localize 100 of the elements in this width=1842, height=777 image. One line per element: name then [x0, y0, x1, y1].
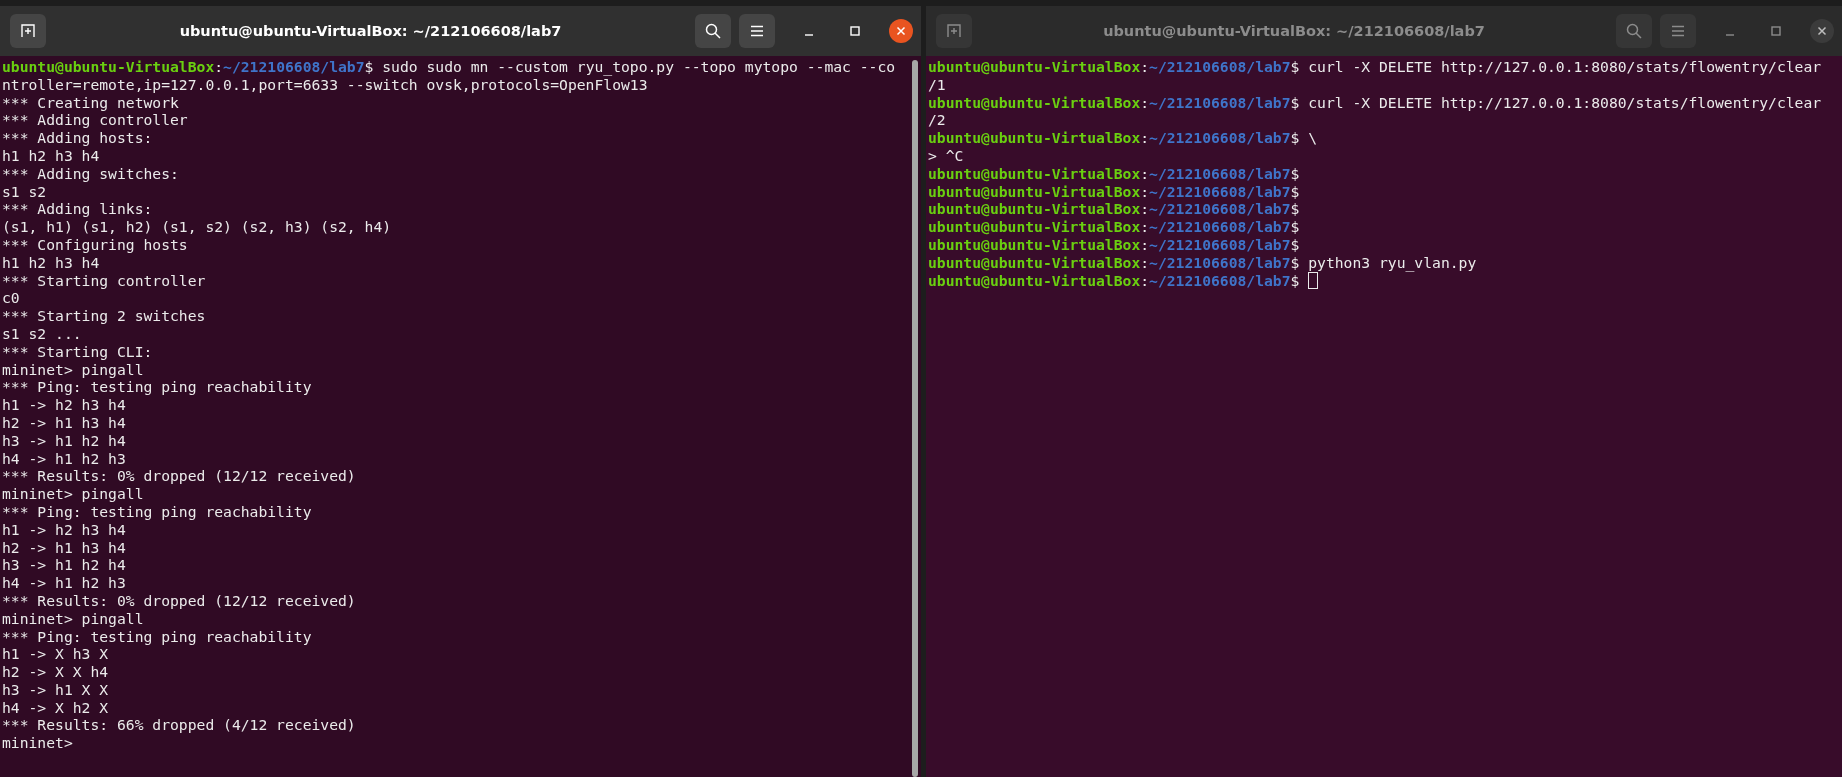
terminal-text: $ curl -X DELETE http://127.0.0.1:8080/stats/flowentry/clear	[1290, 58, 1822, 75]
terminal-text: ~/212106608/lab7	[223, 58, 365, 75]
terminal-text: h3 -> h1 h2 h4	[2, 556, 126, 574]
close-button[interactable]	[1810, 19, 1834, 43]
terminal-text: mininet> pingall	[2, 609, 144, 627]
new-tab-button[interactable]	[10, 14, 46, 48]
terminal-text: ubuntu@ubuntu-VirtualBox	[928, 93, 1141, 111]
terminal-text: :	[1140, 218, 1150, 236]
terminal-text: ubuntu@ubuntu-VirtualBox	[928, 218, 1141, 236]
terminal-text: *** Results: 66% dropped (4/12 received)	[2, 716, 356, 734]
terminal-text: h1 -> h2 h3 h4	[2, 520, 126, 538]
close-icon	[896, 26, 906, 36]
terminal-text: ~/212106608/lab7	[1149, 235, 1291, 253]
terminal-text: $ curl -X DELETE http://127.0.0.1:8080/stats/flowentry/clear	[1290, 93, 1822, 111]
terminal-text: ~/212106608/lab7	[1149, 58, 1291, 75]
terminal-text: ~/212106608/lab7	[1149, 218, 1291, 236]
terminal-text: h2 -> X X h4	[2, 663, 109, 681]
menu-icon	[750, 25, 764, 37]
terminal-text: mininet> pingall	[2, 360, 144, 378]
terminal-text: ubuntu@ubuntu-VirtualBox	[928, 235, 1141, 253]
minimize-icon	[805, 34, 813, 36]
terminal-text: ubuntu@ubuntu-VirtualBox	[928, 164, 1141, 182]
close-button[interactable]	[889, 19, 913, 43]
terminal-text: h4 -> X h2 X	[2, 698, 109, 716]
terminal-text: :	[1140, 93, 1150, 111]
terminal-text: > ^C	[928, 147, 964, 164]
terminal-text: *** Adding links:	[2, 200, 153, 218]
terminal-text: ubuntu@ubuntu-VirtualBox	[928, 129, 1141, 147]
terminal-text: *** Ping: testing ping reachability	[2, 627, 312, 645]
terminal-text: h4 -> h1 h2 h3	[2, 449, 126, 467]
terminal-text: *** Ping: testing ping reachability	[2, 378, 312, 396]
terminal-text: s1 s2 ...	[2, 324, 82, 342]
terminal-text: $	[1290, 200, 1300, 218]
terminal-text: h2 -> h1 h3 h4	[2, 538, 126, 556]
search-button[interactable]	[695, 14, 731, 48]
terminal-text: (s1, h1) (s1, h2) (s1, s2) (s2, h3) (s2, h4)	[2, 218, 392, 236]
terminal-text: ~/212106608/lab7	[1149, 164, 1291, 182]
terminal-text: ~/212106608/lab7	[1149, 253, 1291, 271]
new-tab-icon	[20, 23, 36, 39]
terminal-text: h1 -> h2 h3 h4	[2, 396, 126, 414]
menu-button[interactable]	[739, 14, 775, 48]
terminal-text: /1	[928, 75, 946, 93]
terminal-text: ntroller=remote,ip=127.0.0.1,port=6633 --switch ovsk,protocols=OpenFlow13	[2, 75, 648, 93]
terminal-text: ~/212106608/lab7	[1149, 271, 1291, 289]
terminal-text: ~/212106608/lab7	[1149, 182, 1291, 200]
terminal-text: :	[1140, 200, 1150, 218]
search-icon	[705, 23, 721, 39]
terminal-text: :	[1140, 129, 1150, 147]
window-title: ubuntu@ubuntu-VirtualBox: ~/212106608/lab7	[178, 23, 563, 39]
terminal-text: *** Results: 0% dropped (12/12 received)	[2, 467, 356, 485]
terminal-text: ~/212106608/lab7	[1149, 93, 1291, 111]
maximize-icon	[850, 26, 860, 36]
terminal-text: $ python3 ryu_vlan.py	[1290, 253, 1477, 271]
terminal-text: $ \	[1290, 129, 1318, 147]
scrollbar[interactable]	[912, 60, 918, 777]
menu-icon	[1671, 25, 1685, 37]
terminal-text: $	[1290, 218, 1300, 236]
terminal-text: h2 -> h1 h3 h4	[2, 413, 126, 431]
maximize-icon	[1771, 26, 1781, 36]
terminal-text: *** Ping: testing ping reachability	[2, 502, 312, 520]
terminal-text: $	[1290, 182, 1300, 200]
terminal-text: ubuntu@ubuntu-VirtualBox	[928, 253, 1141, 271]
terminal-text: /2	[928, 111, 946, 129]
terminal-text: $	[1290, 164, 1300, 182]
minimize-icon	[1726, 34, 1734, 36]
terminal-text: :	[1140, 253, 1150, 271]
terminal-text: h4 -> h1 h2 h3	[2, 574, 126, 592]
terminal-text: ubuntu@ubuntu-VirtualBox	[928, 271, 1141, 289]
terminal-text: *** Starting CLI:	[2, 342, 153, 360]
terminal-text: mininet>	[2, 734, 73, 752]
terminal-text: :	[1140, 182, 1150, 200]
terminal-text: :	[1140, 58, 1150, 75]
search-icon	[1626, 23, 1642, 39]
terminal-text: *** Starting 2 switches	[2, 307, 206, 325]
new-tab-icon	[946, 23, 962, 39]
terminal-text: *** Starting controller	[2, 271, 206, 289]
terminal-text: :	[1140, 271, 1150, 289]
terminal-text: $ sudo sudo mn --custom ryu_topo.py --topo mytopo --mac --co	[364, 58, 896, 75]
terminal-text: h1 h2 h3 h4	[2, 147, 100, 164]
close-icon	[1817, 26, 1827, 36]
terminal-text: $	[1290, 235, 1300, 253]
window-title: ubuntu@ubuntu-VirtualBox: ~/212106608/lab7	[1102, 23, 1486, 39]
terminal-text: *** Adding hosts:	[2, 129, 153, 147]
terminal-text: ~/212106608/lab7	[1149, 200, 1291, 218]
terminal-text: h1 h2 h3 h4	[2, 253, 100, 271]
terminal-text: $	[1290, 271, 1301, 289]
terminal-text: c0	[2, 289, 20, 307]
terminal-text: :	[1140, 235, 1150, 253]
terminal-text: s1 s2	[2, 182, 47, 200]
terminal-text: h3 -> h1 h2 h4	[2, 431, 126, 449]
terminal-text: ubuntu@ubuntu-VirtualBox	[928, 182, 1141, 200]
terminal-text: :	[1140, 164, 1150, 182]
terminal-text: mininet> pingall	[2, 485, 144, 503]
terminal-text: h3 -> h1 X X	[2, 680, 109, 698]
terminal-text: ~/212106608/lab7	[1149, 129, 1291, 147]
terminal-text: *** Results: 0% dropped (12/12 received)	[2, 591, 356, 609]
terminal-text: ubuntu@ubuntu-VirtualBox	[928, 200, 1141, 218]
terminal-text: h1 -> X h3 X	[2, 645, 109, 663]
terminal-text: *** Configuring hosts	[2, 235, 188, 253]
terminal-text: *** Adding controller	[2, 111, 188, 129]
